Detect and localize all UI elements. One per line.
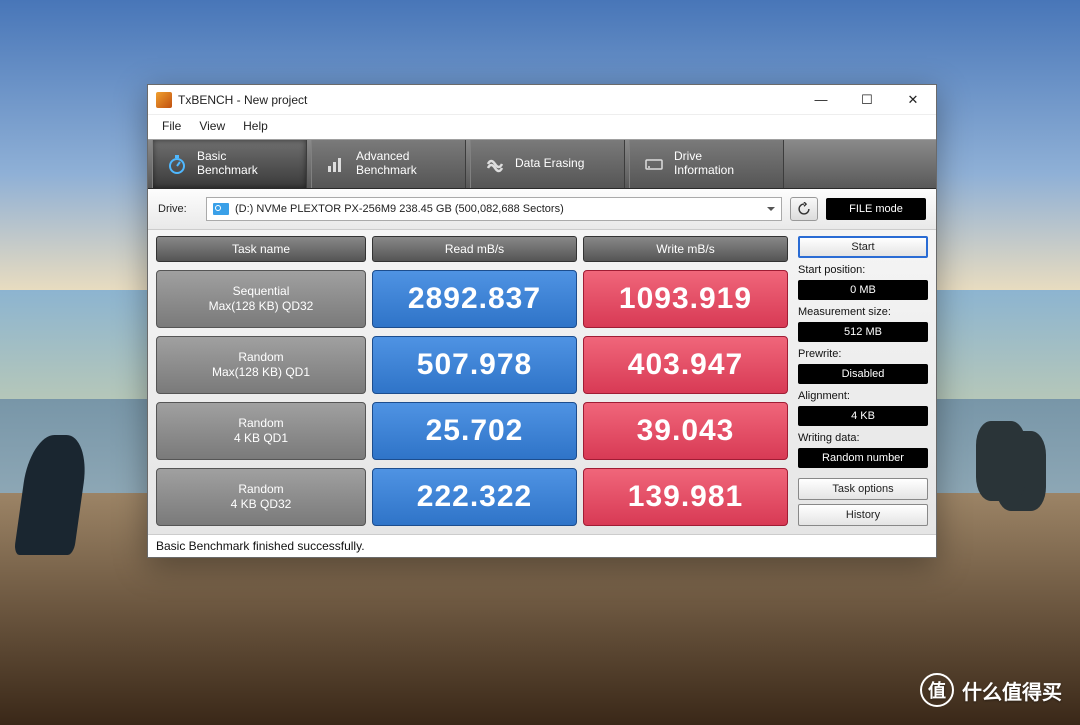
watermark: 值 什么值得买 — [920, 673, 1062, 707]
write-value: 39.043 — [583, 402, 788, 460]
wallpaper-figure — [976, 421, 1026, 501]
tab-label: Data Erasing — [515, 157, 584, 171]
drive-label: Drive: — [158, 203, 198, 215]
history-button[interactable]: History — [798, 504, 928, 526]
main-area: Task name Read mB/s Write mB/s Sequentia… — [148, 230, 936, 534]
menu-bar: File View Help — [148, 115, 936, 139]
results-column: Task name Read mB/s Write mB/s Sequentia… — [156, 236, 788, 530]
drive-dropdown[interactable]: (D:) NVMe PLEXTOR PX-256M9 238.45 GB (50… — [206, 197, 782, 221]
alignment-value[interactable]: 4 KB — [798, 406, 928, 426]
table-row: Random Max(128 KB) QD1 507.978 403.947 — [156, 336, 788, 394]
bars-icon — [326, 154, 346, 174]
table-row: Sequential Max(128 KB) QD32 2892.837 109… — [156, 270, 788, 328]
read-value: 25.702 — [372, 402, 577, 460]
prewrite-value[interactable]: Disabled — [798, 364, 928, 384]
read-value: 2892.837 — [372, 270, 577, 328]
drive-selected-text: (D:) NVMe PLEXTOR PX-256M9 238.45 GB (50… — [235, 203, 564, 215]
ribbon-tabs: BasicBenchmark AdvancedBenchmark Data Er… — [148, 139, 936, 189]
col-header-read: Read mB/s — [372, 236, 577, 262]
close-button[interactable]: ✕ — [890, 85, 936, 115]
menu-view[interactable]: View — [191, 117, 233, 135]
watermark-text: 什么值得买 — [962, 676, 1062, 705]
table-row: Random 4 KB QD1 25.702 39.043 — [156, 402, 788, 460]
start-position-label: Start position: — [798, 264, 928, 276]
tab-label: Benchmark — [197, 163, 258, 177]
task-name-cell: Random 4 KB QD32 — [156, 468, 366, 526]
tab-label: Basic — [197, 149, 226, 163]
maximize-button[interactable]: ☐ — [844, 85, 890, 115]
stopwatch-icon — [167, 154, 187, 174]
measurement-size-value[interactable]: 512 MB — [798, 322, 928, 342]
task-name-cell: Random 4 KB QD1 — [156, 402, 366, 460]
tab-drive-information[interactable]: DriveInformation — [629, 140, 784, 188]
erase-icon — [485, 154, 505, 174]
drive-icon — [644, 154, 664, 174]
task-name-cell: Sequential Max(128 KB) QD32 — [156, 270, 366, 328]
tab-label: Information — [674, 163, 734, 177]
start-position-value[interactable]: 0 MB — [798, 280, 928, 300]
menu-file[interactable]: File — [154, 117, 189, 135]
tab-label: Drive — [674, 149, 702, 163]
prewrite-label: Prewrite: — [798, 348, 928, 360]
read-value: 507.978 — [372, 336, 577, 394]
tab-advanced-benchmark[interactable]: AdvancedBenchmark — [311, 140, 466, 188]
read-value: 222.322 — [372, 468, 577, 526]
side-panel: Start Start position: 0 MB Measurement s… — [798, 236, 928, 530]
write-value: 1093.919 — [583, 270, 788, 328]
tab-label: Advanced — [356, 149, 409, 163]
col-header-task: Task name — [156, 236, 366, 262]
alignment-label: Alignment: — [798, 390, 928, 402]
tab-basic-benchmark[interactable]: BasicBenchmark — [152, 140, 307, 188]
writing-data-value[interactable]: Random number — [798, 448, 928, 468]
app-icon — [156, 92, 172, 108]
watermark-badge: 值 — [920, 673, 954, 707]
measurement-size-label: Measurement size: — [798, 306, 928, 318]
col-header-write: Write mB/s — [583, 236, 788, 262]
table-row: Random 4 KB QD32 222.322 139.981 — [156, 468, 788, 526]
titlebar[interactable]: TxBENCH - New project — ☐ ✕ — [148, 85, 936, 115]
results-header-row: Task name Read mB/s Write mB/s — [156, 236, 788, 262]
menu-help[interactable]: Help — [235, 117, 276, 135]
task-options-button[interactable]: Task options — [798, 478, 928, 500]
task-name-cell: Random Max(128 KB) QD1 — [156, 336, 366, 394]
write-value: 403.947 — [583, 336, 788, 394]
minimize-button[interactable]: — — [798, 85, 844, 115]
status-bar: Basic Benchmark finished successfully. — [148, 534, 936, 557]
app-window: TxBENCH - New project — ☐ ✕ File View He… — [147, 84, 937, 558]
start-button[interactable]: Start — [798, 236, 928, 258]
window-title: TxBENCH - New project — [178, 93, 307, 107]
tab-label: Benchmark — [356, 163, 417, 177]
refresh-button[interactable] — [790, 197, 818, 221]
drive-selector-row: Drive: (D:) NVMe PLEXTOR PX-256M9 238.45… — [148, 189, 936, 230]
write-value: 139.981 — [583, 468, 788, 526]
writing-data-label: Writing data: — [798, 432, 928, 444]
tab-data-erasing[interactable]: Data Erasing — [470, 140, 625, 188]
file-mode-button[interactable]: FILE mode — [826, 198, 926, 220]
disk-icon — [213, 203, 229, 215]
refresh-icon — [797, 202, 811, 216]
